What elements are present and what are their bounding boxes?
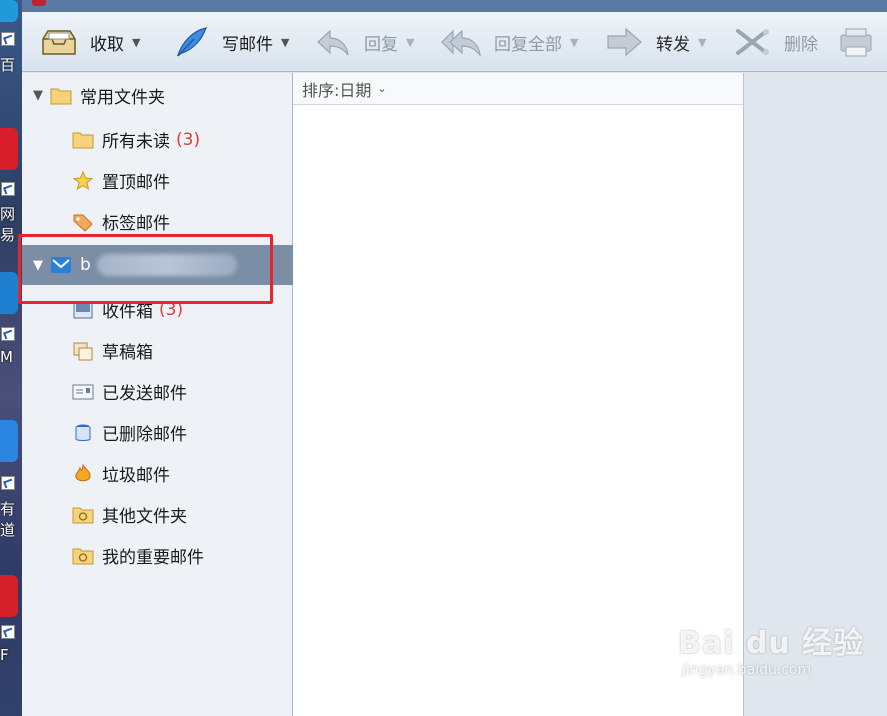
reply-all-label: 回复全部 bbox=[494, 34, 562, 55]
common-folder-label: 常用文件夹 bbox=[80, 88, 165, 108]
desktop-app-icon[interactable] bbox=[0, 0, 18, 22]
desktop-icon-label: 百 bbox=[0, 56, 16, 74]
scissors-delete-icon bbox=[734, 25, 772, 59]
watermark-brand: Bai du 经验 bbox=[678, 626, 865, 661]
sent-mail-icon bbox=[72, 382, 94, 402]
inbox-tray-icon bbox=[40, 25, 78, 59]
star-icon bbox=[72, 170, 94, 191]
tree-item-label: 标签邮件 bbox=[102, 214, 170, 234]
collapse-triangle-icon[interactable]: ▼ bbox=[28, 88, 48, 103]
forward-arrow-icon bbox=[606, 25, 644, 59]
tree-item-label: 所有未读 bbox=[102, 132, 170, 152]
flame-icon bbox=[72, 463, 94, 484]
tree-item-all-unread[interactable]: 所有未读 (3) bbox=[22, 119, 293, 160]
drafts-icon bbox=[72, 341, 94, 361]
tree-item-deleted[interactable]: 已删除邮件 bbox=[22, 412, 293, 453]
delete-button[interactable]: 删除 bbox=[734, 12, 818, 72]
title-bar bbox=[22, 0, 887, 12]
tree-item-label: 我的重要邮件 bbox=[102, 548, 204, 568]
tree-item-label: 草稿箱 bbox=[102, 343, 153, 363]
tag-icon bbox=[72, 212, 94, 232]
shortcut-arrow-icon bbox=[1, 182, 15, 196]
unread-count: (3) bbox=[176, 129, 201, 150]
compose-button[interactable]: 写邮件 ▼ bbox=[172, 12, 289, 72]
desktop-icon-label: M bbox=[0, 348, 13, 366]
sort-dropdown[interactable]: 排序:日期 ⌄ bbox=[293, 73, 743, 105]
folder-icon bbox=[50, 86, 72, 106]
chevron-down-icon[interactable]: ▼ bbox=[132, 36, 140, 49]
tree-item-sent[interactable]: 已发送邮件 bbox=[22, 371, 293, 412]
reply-label: 回复 bbox=[364, 34, 398, 55]
folder-icon bbox=[72, 130, 94, 150]
reply-button[interactable]: 回复 ▼ bbox=[314, 12, 414, 72]
tree-item-important[interactable]: 我的重要邮件 bbox=[22, 535, 293, 576]
netease-app-icon[interactable] bbox=[0, 128, 18, 170]
tree-item-drafts[interactable]: 草稿箱 bbox=[22, 330, 293, 371]
watermark-url: jingyan.baidu.com bbox=[682, 662, 812, 678]
tree-item-label: 置顶邮件 bbox=[102, 173, 170, 193]
chevron-down-icon[interactable]: ⌄ bbox=[377, 82, 386, 95]
reply-all-arrow-icon bbox=[440, 25, 482, 59]
reply-all-button[interactable]: 回复全部 ▼ bbox=[440, 12, 578, 72]
folder-tree: ▼ 常用文件夹 所有未读 (3) 置顶邮件 标签邮件 ▼ b 收件箱 (3) 草… bbox=[22, 73, 293, 716]
shortcut-arrow-icon bbox=[1, 625, 15, 639]
shortcut-arrow-icon bbox=[1, 476, 15, 490]
desktop-icon-label: 有道 bbox=[0, 500, 16, 539]
printer-icon bbox=[837, 25, 875, 59]
chevron-down-icon[interactable]: ▼ bbox=[406, 36, 414, 49]
sort-label: 排序:日期 bbox=[302, 80, 372, 100]
receive-button[interactable]: 收取 ▼ bbox=[40, 12, 140, 72]
youdao-app-icon[interactable] bbox=[0, 420, 18, 462]
feather-pen-icon bbox=[172, 25, 210, 59]
baidu-watermark: Bai du 经验 jingyan.baidu.com bbox=[678, 618, 878, 698]
tree-item-label: 其他文件夹 bbox=[102, 507, 187, 527]
print-button[interactable] bbox=[837, 12, 875, 72]
sync-folder-icon bbox=[72, 505, 94, 525]
tree-group-common[interactable]: ▼ 常用文件夹 bbox=[22, 75, 293, 116]
compose-label: 写邮件 bbox=[222, 34, 273, 55]
tree-item-other-folders[interactable]: 其他文件夹 bbox=[22, 494, 293, 535]
shortcut-arrow-icon bbox=[1, 327, 15, 341]
red-highlight-box bbox=[18, 234, 273, 304]
chevron-down-icon[interactable]: ▼ bbox=[698, 36, 706, 49]
tree-item-pinned[interactable]: 置顶邮件 bbox=[22, 160, 293, 201]
f-app-icon[interactable] bbox=[0, 575, 18, 617]
tree-item-label: 已发送邮件 bbox=[102, 384, 187, 404]
trash-can-icon bbox=[72, 423, 94, 443]
message-list: 排序:日期 ⌄ bbox=[293, 73, 744, 716]
reply-arrow-icon bbox=[314, 25, 352, 59]
desktop-background: 百 网易 M 有道 F bbox=[0, 0, 22, 716]
tree-item-label: 已删除邮件 bbox=[102, 425, 187, 445]
sync-folder-icon bbox=[72, 546, 94, 566]
tree-item-label: 垃圾邮件 bbox=[102, 466, 170, 486]
shortcut-arrow-icon bbox=[1, 32, 15, 46]
app-logo-icon bbox=[32, 0, 46, 6]
mail-app-icon[interactable] bbox=[0, 272, 18, 314]
tree-item-spam[interactable]: 垃圾邮件 bbox=[22, 453, 293, 494]
chevron-down-icon[interactable]: ▼ bbox=[281, 36, 289, 49]
delete-label: 删除 bbox=[784, 34, 818, 55]
forward-button[interactable]: 转发 ▼ bbox=[606, 12, 706, 72]
chevron-down-icon[interactable]: ▼ bbox=[570, 36, 578, 49]
receive-label: 收取 bbox=[90, 34, 124, 55]
toolbar: 收取 ▼ 写邮件 ▼ 回复 ▼ 回复全部 ▼ 转发 ▼ 删除 bbox=[22, 12, 887, 72]
desktop-icon-label: F bbox=[0, 646, 9, 664]
forward-label: 转发 bbox=[656, 34, 690, 55]
